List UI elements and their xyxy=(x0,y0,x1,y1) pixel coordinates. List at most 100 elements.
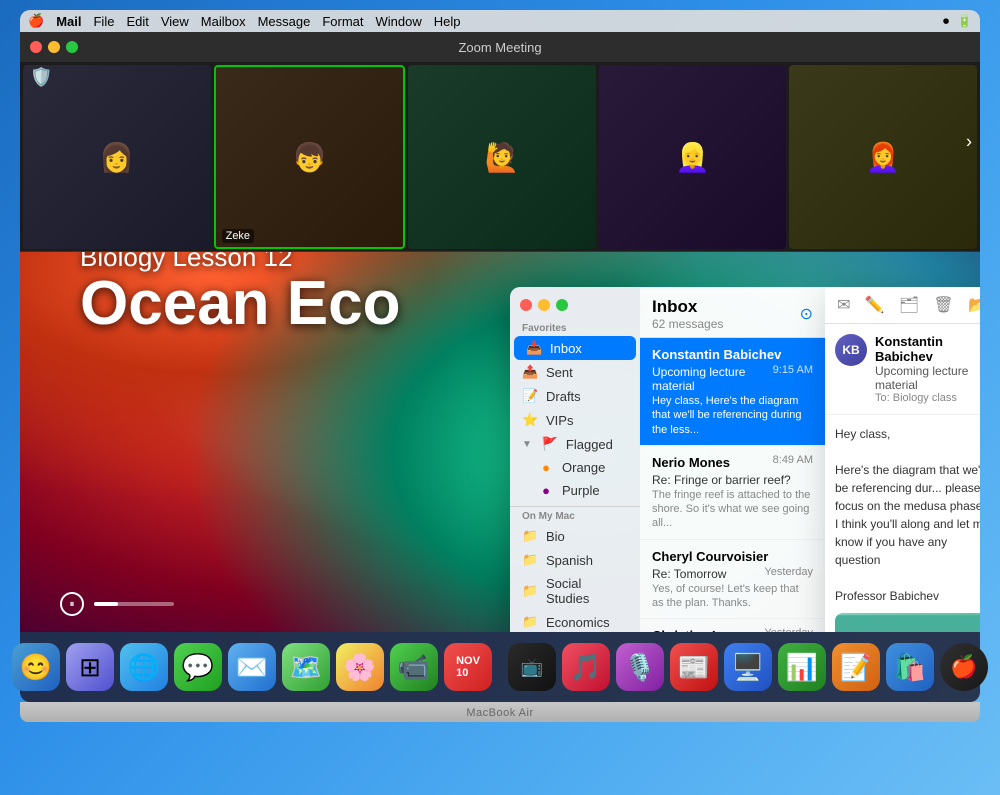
jellyfish-svg: POLYP BUDDING xyxy=(835,613,980,632)
pause-button[interactable]: ⏸ xyxy=(60,592,84,616)
sidebar-bio[interactable]: 📁 Bio xyxy=(510,524,640,548)
dock-launchpad[interactable]: ⊞ xyxy=(66,643,114,691)
dock-finder[interactable]: 😊 xyxy=(12,643,60,691)
maximize-button[interactable] xyxy=(66,41,78,53)
mail-item-3[interactable]: Christina Lee Yesterday Notes Wanted to … xyxy=(640,619,825,632)
dock-keynote[interactable]: 🖥️ xyxy=(724,643,772,691)
menu-mailbox[interactable]: Mailbox xyxy=(201,14,246,29)
dock-safari[interactable]: 🌐 xyxy=(120,643,168,691)
keynote-icon: 🖥️ xyxy=(732,652,764,683)
apple-menu[interactable]: 🍎 xyxy=(28,13,44,29)
sidebar-sent[interactable]: 📤 Sent xyxy=(510,360,640,384)
messages-icon: 💬 xyxy=(182,652,214,683)
sidebar-flagged[interactable]: ▼ 🚩 Flagged xyxy=(510,432,640,456)
battery-icon: 🔋 xyxy=(957,14,972,28)
purple-flag-icon: ● xyxy=(538,483,554,498)
reply-icon[interactable]: ✉ xyxy=(837,295,850,315)
filter-icon[interactable]: ⊙ xyxy=(800,304,813,324)
mail-reading-pane: ✉ ✏️ 🗂 🗑 📂 KB Konstantin Babichev Upcomi… xyxy=(825,287,980,632)
participant-2: 👦 Zeke xyxy=(214,65,406,249)
sidebar-social-studies[interactable]: 📁 Social Studies xyxy=(510,572,640,610)
mail-close-btn[interactable] xyxy=(520,299,532,311)
orange-label: Orange xyxy=(562,460,605,475)
mail-item-2[interactable]: Cheryl Courvoisier Yesterday Re: Tomorro… xyxy=(640,540,825,620)
sent-icon: 📤 xyxy=(522,364,538,380)
photos-icon: 🌸 xyxy=(344,652,376,683)
favorites-label: Favorites xyxy=(510,319,640,336)
archive-icon[interactable]: 🗂 xyxy=(899,295,919,315)
spanish-folder-icon: 📁 xyxy=(522,552,538,568)
dock-calendar[interactable]: NOV10 xyxy=(444,643,492,691)
maps-icon: 🗺️ xyxy=(290,652,322,683)
zoom-title: Zoom Meeting xyxy=(458,40,541,55)
dock-appletv[interactable]: 📺 xyxy=(508,643,556,691)
mail-list-header: Inbox 62 messages ⊙ xyxy=(640,287,825,338)
sidebar-purple[interactable]: ● Purple xyxy=(510,479,640,502)
participant-2-name: Zeke xyxy=(222,229,254,243)
dock-maps[interactable]: 🗺️ xyxy=(282,643,330,691)
menu-message[interactable]: Message xyxy=(258,14,311,29)
inbox-icon: 📥 xyxy=(526,340,542,356)
dock-numbers[interactable]: 📊 xyxy=(778,643,826,691)
mail-minimize-btn[interactable] xyxy=(538,299,550,311)
sidebar-vips[interactable]: ⭐ VIPs xyxy=(510,408,640,432)
facetime-icon: 📹 xyxy=(398,652,430,683)
mail-icon: ✉️ xyxy=(236,652,268,683)
dock-facetime[interactable]: 📹 xyxy=(390,643,438,691)
participant-2-avatar: 👦 xyxy=(216,67,404,247)
body-greeting: Hey class, xyxy=(835,425,980,443)
mail-item-1[interactable]: Nerio Mones 8:49 AM Re: Fringe or barrie… xyxy=(640,446,825,540)
participant-1-avatar: 👩 xyxy=(23,65,211,249)
podcasts-icon: 🎙️ xyxy=(624,652,656,683)
dock-mail[interactable]: ✉️ xyxy=(228,643,276,691)
menu-file[interactable]: File xyxy=(93,14,114,29)
mail-window-controls xyxy=(510,299,640,319)
purple-label: Purple xyxy=(562,483,600,498)
reading-to: To: Biology class xyxy=(875,392,980,404)
participant-5-avatar: 👩‍🦰 xyxy=(789,65,977,249)
social-studies-folder-icon: 📁 xyxy=(522,583,538,599)
menu-mail[interactable]: Mail xyxy=(56,14,81,29)
dock-appstore[interactable]: 🛍️ xyxy=(886,643,934,691)
dock-photos[interactable]: 🌸 xyxy=(336,643,384,691)
progress-bar[interactable] xyxy=(94,602,174,606)
delete-icon[interactable]: 🗑 xyxy=(933,295,953,315)
zoom-window: Zoom Meeting 🛡️ 👩 👦 Zeke 🙋 👱‍♀️ 👩 xyxy=(20,32,980,252)
calendar-icon: NOV10 xyxy=(456,655,480,679)
mail-body: Hey class, Here's the diagram that we'll… xyxy=(825,415,980,632)
sidebar-economics[interactable]: 📁 Economics xyxy=(510,610,640,632)
sidebar-orange[interactable]: ● Orange xyxy=(510,456,640,479)
on-my-mac-label: On My Mac xyxy=(510,506,640,524)
bio-folder-icon: 📁 xyxy=(522,528,538,544)
minimize-button[interactable] xyxy=(48,41,60,53)
menu-view[interactable]: View xyxy=(161,14,189,29)
participants-next-arrow[interactable]: › xyxy=(966,131,972,152)
menu-bar: 🍎 Mail File Edit View Mailbox Message Fo… xyxy=(20,10,980,32)
move-icon[interactable]: 📂 xyxy=(968,295,980,315)
video-controls[interactable]: ⏸ xyxy=(60,592,174,616)
news-icon: 📰 xyxy=(678,652,710,683)
close-button[interactable] xyxy=(30,41,42,53)
mail-maximize-btn[interactable] xyxy=(556,299,568,311)
social-studies-label: Social Studies xyxy=(546,576,628,606)
dock-pages[interactable]: 📝 xyxy=(832,643,880,691)
mail-sender-0: Konstantin Babichev xyxy=(652,347,781,362)
dock-messages[interactable]: 💬 xyxy=(174,643,222,691)
menu-format[interactable]: Format xyxy=(322,14,363,29)
sidebar-spanish[interactable]: 📁 Spanish xyxy=(510,548,640,572)
safari-icon: 🌐 xyxy=(128,652,160,683)
sidebar-inbox[interactable]: 📥 Inbox xyxy=(514,336,636,360)
progress-fill xyxy=(94,602,118,606)
dock-podcasts[interactable]: 🎙️ xyxy=(616,643,664,691)
compose-icon[interactable]: ✏️ xyxy=(865,295,885,315)
dock-news[interactable]: 📰 xyxy=(670,643,718,691)
dock-music[interactable]: 🎵 xyxy=(562,643,610,691)
menu-window[interactable]: Window xyxy=(376,14,422,29)
dock-macos[interactable]: 🍎 xyxy=(940,643,988,691)
biology-ocean: Ocean Eco xyxy=(80,273,400,335)
menu-help[interactable]: Help xyxy=(434,14,461,29)
sidebar-drafts[interactable]: 📝 Drafts xyxy=(510,384,640,408)
menu-edit[interactable]: Edit xyxy=(126,14,148,29)
mail-item-0[interactable]: Konstantin Babichev 9:15 AM Upcoming lec… xyxy=(640,338,825,446)
vips-label: VIPs xyxy=(546,413,573,428)
